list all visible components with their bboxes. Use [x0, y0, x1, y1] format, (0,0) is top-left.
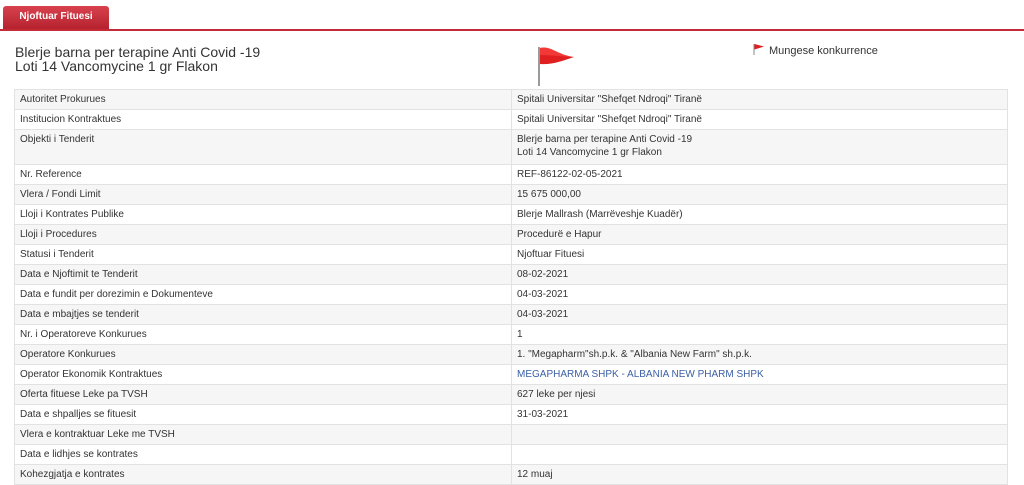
small-red-flag-icon [753, 44, 764, 55]
row-value: REF-86122-02-05-2021 [511, 164, 1008, 185]
table-row: Operator Ekonomik Kontraktues MEGAPHARMA… [14, 364, 1008, 385]
row-value: Blerje Mallrash (Marrëveshje Kuadër) [511, 204, 1008, 225]
row-value: 627 leke per njesi [511, 384, 1008, 405]
table-row: Data e Njoftimit te Tenderit 08-02-2021 [14, 264, 1008, 285]
row-value: 04-03-2021 [511, 304, 1008, 325]
row-value [511, 424, 1008, 445]
row-label: Data e mbajtjes se tenderit [14, 304, 512, 325]
row-label: Oferta fituese Leke pa TVSH [14, 384, 512, 405]
tab-njoftuar-fituesi[interactable]: Njoftuar Fituesi [3, 6, 109, 29]
table-row: Data e lidhjes se kontrates [14, 444, 1008, 465]
competition-label: Mungese konkurrence [769, 45, 878, 57]
row-label: Statusi i Tenderit [14, 244, 512, 265]
row-label: Data e Njoftimit te Tenderit [14, 264, 512, 285]
table-row: Oferta fituese Leke pa TVSH 627 leke per… [14, 384, 1008, 405]
row-value: 15 675 000,00 [511, 184, 1008, 205]
table-row: Data e mbajtjes se tenderit 04-03-2021 [14, 304, 1008, 325]
table-row: Lloji i Kontrates Publike Blerje Mallras… [14, 204, 1008, 225]
row-label: Lloji i Kontrates Publike [14, 204, 512, 225]
contractor-link[interactable]: MEGAPHARMA SHPK - ALBANIA NEW PHARM SHPK [517, 369, 764, 380]
title-line-1: Blerje barna per terapine Anti Covid -19 [15, 44, 261, 60]
table-row: Operatore Konkurues 1. "Megapharm"sh.p.k… [14, 344, 1008, 365]
row-label: Data e shpalljes se fituesit [14, 404, 512, 425]
row-value: 31-03-2021 [511, 404, 1008, 425]
table-row: Statusi i Tenderit Njoftuar Fituesi [14, 244, 1008, 265]
row-value: Procedurë e Hapur [511, 224, 1008, 245]
table-row: Autoritet Prokurues Spitali Universitar … [14, 89, 1008, 110]
row-label: Operator Ekonomik Kontraktues [14, 364, 512, 385]
row-value: Njoftuar Fituesi [511, 244, 1008, 265]
row-label: Institucion Kontraktues [14, 109, 512, 130]
table-row: Data e fundit per dorezimin e Dokumentev… [14, 284, 1008, 305]
red-flag-icon [536, 45, 576, 92]
row-label: Nr. i Operatoreve Konkurues [14, 324, 512, 345]
row-value: Spitali Universitar "Shefqet Ndroqi" Tir… [511, 109, 1008, 130]
page-title: Blerje barna per terapine Anti Covid -19… [15, 45, 260, 73]
row-label: Operatore Konkurues [14, 344, 512, 365]
row-value: Blerje barna per terapine Anti Covid -19… [511, 129, 1008, 165]
row-label: Vlera e kontraktuar Leke me TVSH [14, 424, 512, 445]
competition-indicator: Mungese konkurrence [753, 43, 878, 57]
table-row: Vlera / Fondi Limit 15 675 000,00 [14, 184, 1008, 205]
row-label: Nr. Reference [14, 164, 512, 185]
tender-details-table: Autoritet Prokurues Spitali Universitar … [14, 89, 1008, 485]
row-value-line-1: Blerje barna per terapine Anti Covid -19 [517, 134, 693, 145]
row-label: Vlera / Fondi Limit [14, 184, 512, 205]
tab-bar: Njoftuar Fituesi [0, 0, 1024, 31]
table-row: Institucion Kontraktues Spitali Universi… [14, 109, 1008, 130]
row-value: 1. "Megapharm"sh.p.k. & "Albania New Far… [511, 344, 1008, 365]
row-label: Data e fundit per dorezimin e Dokumentev… [14, 284, 512, 305]
row-value [511, 444, 1008, 465]
table-row: Data e shpalljes se fituesit 31-03-2021 [14, 404, 1008, 425]
row-label: Lloji i Procedures [14, 224, 512, 245]
title-line-2: Loti 14 Vancomycine 1 gr Flakon [15, 58, 218, 74]
table-row: Vlera e kontraktuar Leke me TVSH [14, 424, 1008, 445]
row-value-line-2: Loti 14 Vancomycine 1 gr Flakon [517, 147, 662, 158]
table-row: Nr. Reference REF-86122-02-05-2021 [14, 164, 1008, 185]
row-value: 04-03-2021 [511, 284, 1008, 305]
row-value: 1 [511, 324, 1008, 345]
row-value: 08-02-2021 [511, 264, 1008, 285]
table-row: Nr. i Operatoreve Konkurues 1 [14, 324, 1008, 345]
row-label: Data e lidhjes se kontrates [14, 444, 512, 465]
row-value: MEGAPHARMA SHPK - ALBANIA NEW PHARM SHPK [511, 364, 1008, 385]
row-label: Objekti i Tenderit [14, 129, 512, 165]
table-row: Objekti i Tenderit Blerje barna per tera… [14, 129, 1008, 165]
row-label: Autoritet Prokurues [14, 89, 512, 110]
tab-underline [0, 29, 1024, 31]
table-row: Lloji i Procedures Procedurë e Hapur [14, 224, 1008, 245]
row-value: Spitali Universitar "Shefqet Ndroqi" Tir… [511, 89, 1008, 110]
